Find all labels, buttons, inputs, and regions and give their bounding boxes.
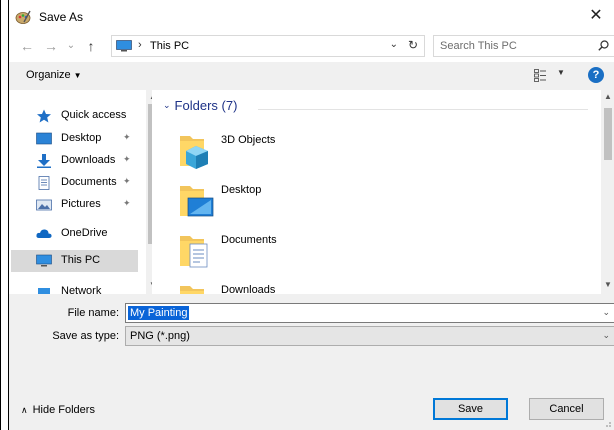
documents-icon bbox=[38, 176, 50, 190]
pin-icon: ✦ bbox=[123, 154, 131, 164]
cancel-button[interactable]: Cancel bbox=[529, 398, 604, 420]
download-icon bbox=[37, 154, 51, 168]
save-as-type-dropdown-icon[interactable]: ⌄ bbox=[602, 330, 610, 341]
folder-item-documents[interactable]: Documents bbox=[178, 230, 478, 278]
hide-folders-button[interactable]: ∧ Hide Folders bbox=[21, 404, 95, 416]
scrollbar-thumb[interactable] bbox=[604, 108, 612, 160]
3d-objects-folder-icon bbox=[180, 136, 208, 169]
file-name-field[interactable]: My Painting ⌄ bbox=[125, 303, 614, 323]
search-placeholder: Search This PC bbox=[440, 40, 517, 52]
file-name-dropdown-icon[interactable]: ⌄ bbox=[602, 307, 610, 318]
command-bar: Organize ▼ ▼ ? bbox=[9, 62, 614, 90]
navigation-pane: Quick access Desktop ✦ Downloads ✦ Docum… bbox=[9, 90, 152, 294]
star-icon bbox=[37, 109, 51, 123]
folder-name: Desktop bbox=[221, 184, 262, 196]
sidebar-item-this-pc[interactable]: This PC bbox=[11, 250, 138, 272]
sidebar-item-quick-access[interactable]: Quick access bbox=[11, 105, 135, 127]
back-arrow-icon[interactable]: ← bbox=[19, 37, 35, 55]
group-title: Folders (7) bbox=[174, 98, 238, 113]
recent-locations-icon[interactable]: ⌄ bbox=[63, 37, 79, 55]
paint-app-icon bbox=[15, 10, 31, 24]
folder-name: Downloads bbox=[221, 284, 276, 294]
collapse-chevron-icon: ⌄ bbox=[163, 100, 171, 110]
view-options-caret-icon[interactable]: ▼ bbox=[557, 68, 565, 77]
resize-grip-icon[interactable] bbox=[602, 418, 612, 428]
scroll-up-icon[interactable]: ▲ bbox=[601, 92, 614, 101]
sidebar-item-label: Documents bbox=[61, 176, 117, 188]
sidebar-item-network[interactable]: Network bbox=[11, 281, 135, 294]
sidebar-item-onedrive[interactable]: OneDrive bbox=[11, 223, 135, 245]
chevron-up-icon: ∧ bbox=[21, 405, 28, 415]
close-icon[interactable]: ✕ bbox=[585, 5, 607, 27]
organize-label: Organize bbox=[26, 69, 71, 81]
address-bar[interactable]: › This PC ⌄ ↻ bbox=[111, 35, 425, 57]
downloads-folder-icon bbox=[180, 286, 204, 294]
organize-button[interactable]: Organize ▼ bbox=[26, 69, 82, 81]
address-dropdown-icon[interactable]: ⌄ bbox=[390, 39, 398, 50]
sidebar-item-documents[interactable]: Documents ✦ bbox=[11, 172, 135, 194]
sidebar-item-label: Network bbox=[61, 285, 102, 294]
save-as-type-select[interactable]: PNG (*.png) ⌄ bbox=[125, 326, 614, 346]
pin-icon: ✦ bbox=[123, 132, 131, 142]
pin-icon: ✦ bbox=[123, 176, 131, 186]
sidebar-item-downloads[interactable]: Downloads ✦ bbox=[11, 150, 135, 172]
file-name-label: File name: bbox=[67, 307, 119, 319]
sidebar-item-pictures[interactable]: Pictures ✦ bbox=[11, 194, 135, 216]
sidebar-item-label: Pictures bbox=[61, 198, 101, 210]
folder-view: ⌄ Folders (7) 3D Objects Desktop Documen… bbox=[152, 90, 614, 294]
forward-arrow-icon[interactable]: → bbox=[43, 37, 59, 55]
window-title: Save As bbox=[39, 10, 84, 24]
folder-item-desktop[interactable]: Desktop bbox=[178, 180, 478, 228]
sidebar-item-desktop[interactable]: Desktop ✦ bbox=[11, 128, 135, 150]
help-icon[interactable]: ? bbox=[588, 67, 604, 83]
folder-name: 3D Objects bbox=[221, 134, 276, 146]
hide-folders-label: Hide Folders bbox=[32, 404, 95, 416]
network-icon bbox=[38, 288, 50, 294]
desktop-folder-icon bbox=[180, 186, 214, 217]
folders-group-header[interactable]: ⌄ Folders (7) bbox=[163, 98, 237, 113]
save-as-type-label: Save as type: bbox=[52, 330, 119, 342]
save-as-type-value: PNG (*.png) bbox=[130, 330, 190, 342]
folder-name: Documents bbox=[221, 234, 277, 246]
refresh-icon[interactable]: ↻ bbox=[408, 38, 418, 52]
folder-item-downloads[interactable]: Downloads bbox=[178, 280, 478, 294]
sidebar-item-label: Quick access bbox=[61, 109, 127, 121]
save-as-dialog: Save As ✕ ← → ⌄ ↑ › This PC ⌄ ↻ Search T… bbox=[0, 0, 614, 430]
breadcrumb-chevron-icon: › bbox=[138, 39, 142, 51]
pin-icon: ✦ bbox=[123, 198, 131, 208]
up-arrow-icon[interactable]: ↑ bbox=[83, 37, 99, 55]
save-form: File name: My Painting ⌄ Save as type: P… bbox=[9, 294, 614, 430]
pictures-icon bbox=[36, 199, 52, 211]
search-input[interactable]: Search This PC bbox=[433, 35, 614, 57]
folder-item-3d-objects[interactable]: 3D Objects bbox=[178, 130, 478, 178]
cloud-icon bbox=[36, 229, 52, 238]
organize-caret-icon: ▼ bbox=[73, 71, 82, 80]
computer-icon bbox=[116, 40, 132, 52]
search-icon[interactable] bbox=[598, 40, 609, 51]
sidebar-item-label: Downloads bbox=[61, 154, 116, 166]
computer-icon bbox=[36, 254, 52, 267]
file-name-value[interactable]: My Painting bbox=[128, 306, 190, 320]
documents-folder-icon bbox=[180, 236, 208, 268]
breadcrumb-this-pc[interactable]: This PC bbox=[150, 40, 189, 52]
sidebar-item-label: OneDrive bbox=[61, 227, 108, 239]
desktop-icon bbox=[36, 132, 52, 145]
title-bar bbox=[9, 0, 614, 34]
group-divider bbox=[258, 109, 588, 110]
view-options-icon[interactable] bbox=[534, 69, 546, 82]
save-button[interactable]: Save bbox=[433, 398, 508, 420]
sidebar-item-label: This PC bbox=[61, 254, 101, 266]
scroll-down-icon[interactable]: ▼ bbox=[601, 280, 614, 289]
sidebar-item-label: Desktop bbox=[61, 132, 102, 144]
folder-view-scrollbar[interactable]: ▲ ▼ bbox=[601, 90, 614, 294]
navigation-bar: ← → ⌄ ↑ › This PC ⌄ ↻ Search This PC bbox=[9, 34, 614, 60]
